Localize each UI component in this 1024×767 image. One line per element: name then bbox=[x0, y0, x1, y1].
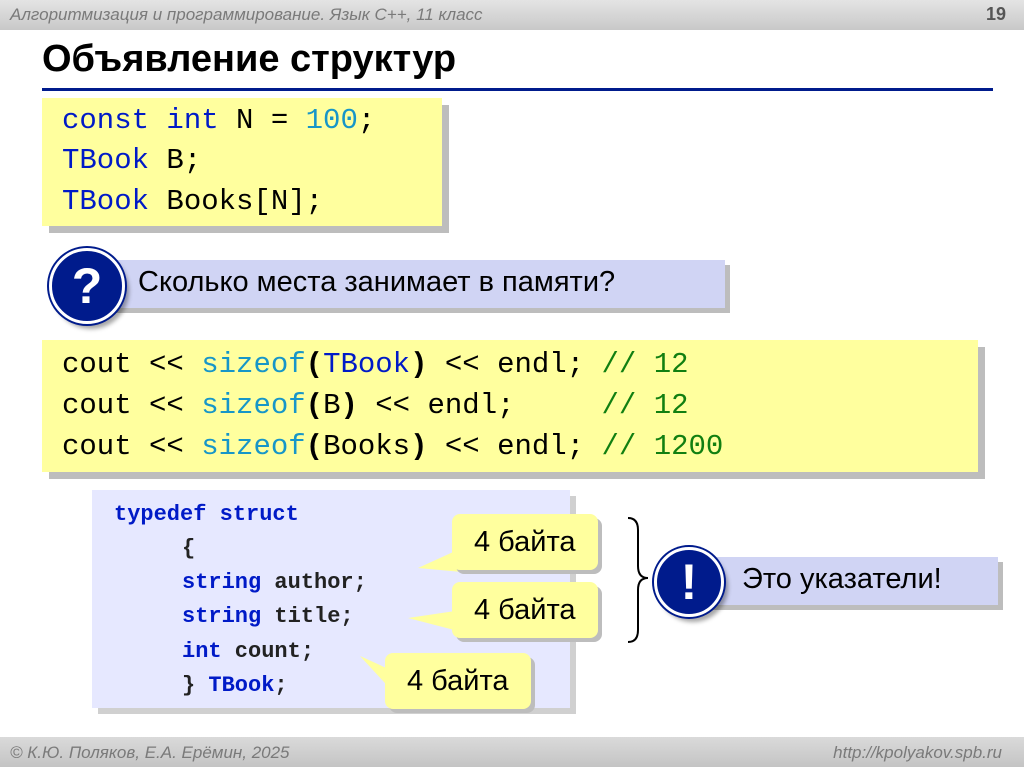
exclamation-icon: ! bbox=[654, 547, 724, 617]
footer-url: http://kpolyakov.spb.ru bbox=[833, 743, 1002, 762]
footer-authors: © К.Ю. Поляков, Е.А. Ерёмин, 2025 bbox=[10, 743, 290, 762]
note-text: Это указатели! bbox=[742, 563, 942, 595]
bytes-bubble-3: 4 байта bbox=[385, 653, 531, 709]
brace-icon bbox=[627, 517, 649, 643]
bytes-bubble-1: 4 байта bbox=[452, 514, 598, 570]
callout-graphics bbox=[360, 517, 649, 694]
bytes-bubble-2: 4 байта bbox=[452, 582, 598, 638]
